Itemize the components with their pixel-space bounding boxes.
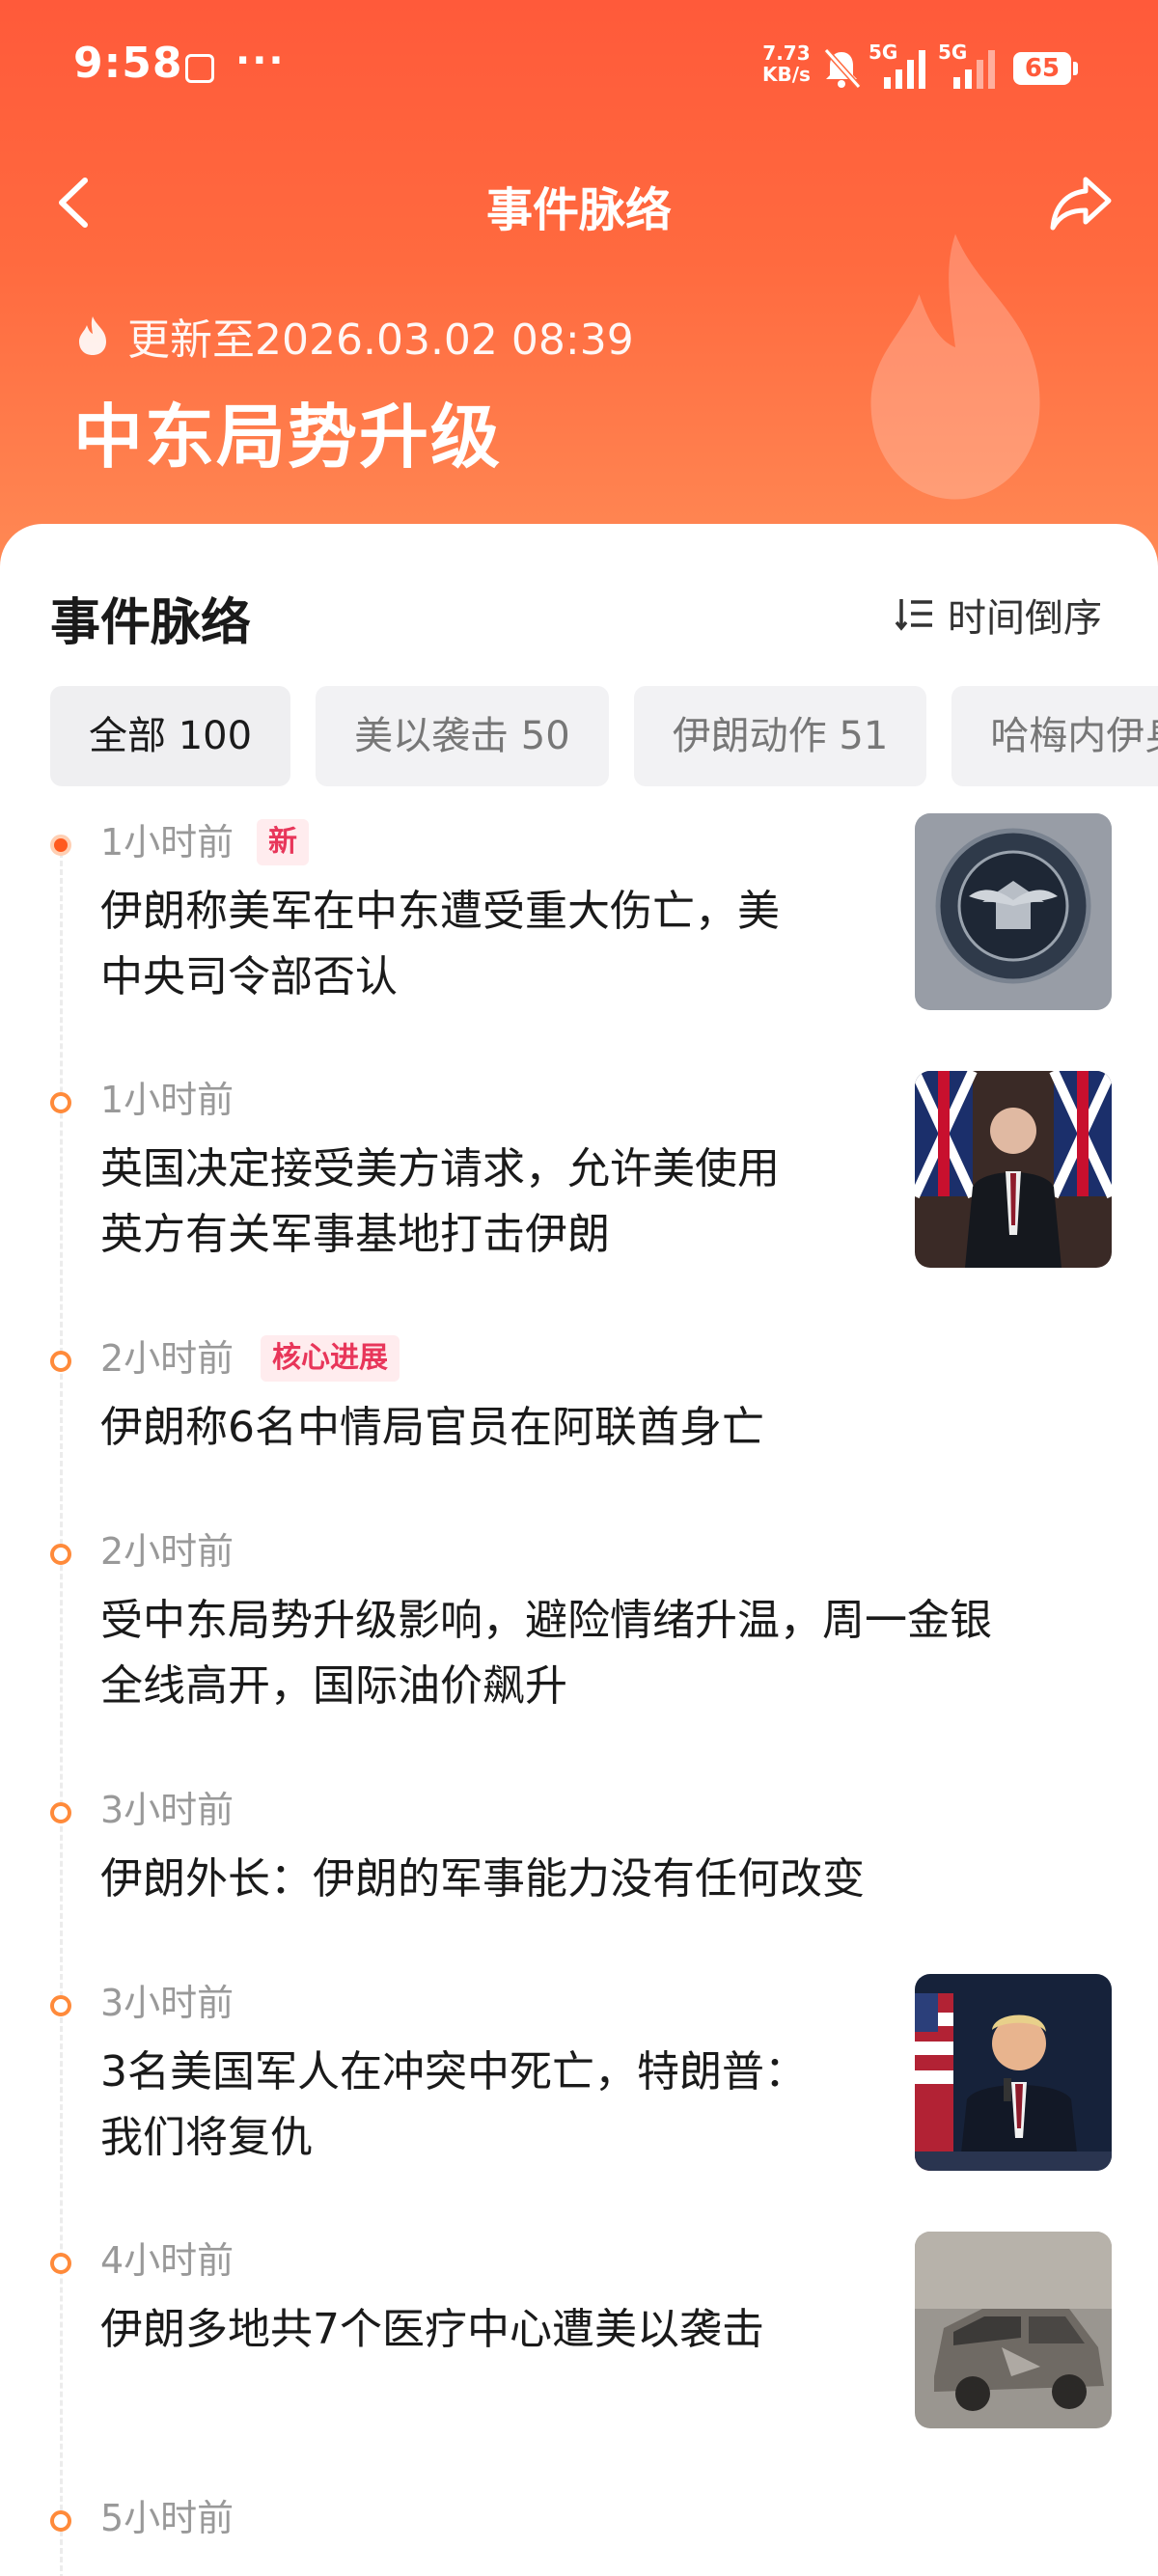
timeline-dot — [50, 2253, 71, 2274]
network-speed-value: 7.73 — [762, 41, 811, 65]
event-time: 2小时前 — [100, 1530, 234, 1573]
headline-line: 伊朗称6名中情局官员在阿联酋身亡 — [100, 1403, 764, 1452]
headline-line: 中央司令部否认 — [100, 952, 398, 1001]
new-badge: 新 — [257, 819, 309, 865]
event-thumbnail[interactable] — [915, 1071, 1112, 1268]
event-time: 5小时前 — [100, 2497, 234, 2539]
content-card: 事件脉络 时间倒序 全部 100美以袭击 50伊朗动作 51哈梅内伊身 1小时前… — [0, 524, 1158, 2576]
battery-icon: 65 — [1013, 39, 1081, 96]
sort-label: 时间倒序 — [948, 596, 1102, 641]
event-thumbnail[interactable] — [915, 1974, 1112, 2171]
key-progress-badge: 核心进展 — [261, 1335, 400, 1382]
battery-level: 65 — [1013, 52, 1071, 85]
headline-line: 伊朗多地共7个医疗中心遭美以袭击 — [100, 2305, 764, 2354]
headline-line: 英国决定接受美方请求，允许美使用 — [100, 1144, 780, 1193]
share-icon[interactable] — [1047, 172, 1115, 235]
speaker-us-flag-image — [915, 1974, 1112, 2171]
speaker-uk-flags-image — [915, 1071, 1112, 1268]
headline-line: 伊朗外长：伊朗的军事能力没有任何改变 — [100, 1854, 865, 1904]
nav-title: 事件脉络 — [485, 183, 672, 237]
event-headline: 3名美国军人在冲突中死亡，特朗普： 我们将复仇 — [100, 2040, 807, 2171]
filter-tab-all[interactable]: 全部 100 — [50, 686, 291, 786]
event-time: 3小时前 — [100, 1982, 234, 2024]
section-title: 事件脉络 — [50, 594, 252, 652]
update-time: 更新至2026.03.02 08:39 — [127, 315, 634, 365]
event-headline: 伊朗称美军在中东遭受重大伤亡，美 中央司令部否认 — [100, 879, 780, 1010]
central-command-seal-image — [915, 813, 1112, 1010]
headline-line: 我们将复仇 — [100, 2113, 313, 2162]
headline-line: 3名美国军人在冲突中死亡，特朗普： — [100, 2047, 807, 2096]
damaged-vehicle-image — [915, 2232, 1112, 2428]
network-speed: 7.73 KB/s — [762, 42, 811, 85]
more-notifications-icon: ··· — [235, 39, 286, 83]
filter-tab-iran-actions[interactable]: 伊朗动作 51 — [633, 686, 927, 786]
timeline-dot — [50, 1995, 71, 2016]
mute-bell-icon — [823, 47, 862, 90]
headline-line: 全线高开，国际油价飙升 — [100, 1661, 567, 1711]
timeline-dot — [50, 2510, 71, 2532]
update-row: 更新至2026.03.02 08:39 — [73, 307, 634, 365]
event-thumbnail[interactable] — [915, 813, 1112, 1010]
event-headline: 受中东局势升级影响，避险情绪升温，周一金银 全线高开，国际油价飙升 — [100, 1588, 992, 1719]
timeline-dot — [50, 1351, 71, 1372]
headline-line: 伊朗称美军在中东遭受重大伤亡，美 — [100, 887, 780, 936]
event-time: 1小时前 — [100, 1079, 234, 1121]
event-headline: 伊朗多地共7个医疗中心遭美以袭击 — [100, 2297, 764, 2363]
filter-tab-strikes[interactable]: 美以袭击 50 — [316, 686, 609, 786]
signal-bars-icon — [884, 50, 925, 89]
filter-tab-khamenei[interactable]: 哈梅内伊身 — [951, 686, 1158, 786]
topic-title: 中东局势升级 — [73, 397, 503, 478]
headline-line: 受中东局势升级影响，避险情绪升温，周一金银 — [100, 1596, 992, 1645]
signal-1: 5G — [868, 39, 932, 96]
sort-desc-icon — [895, 599, 932, 631]
event-time: 1小时前 — [100, 821, 234, 863]
timeline-dot — [50, 1802, 71, 1823]
screen-record-icon — [185, 54, 214, 83]
network-speed-unit: KB/s — [762, 63, 811, 86]
status-time: 9:58 — [73, 39, 183, 88]
event-thumbnail[interactable] — [915, 2232, 1112, 2428]
signal-bars-icon — [953, 50, 995, 89]
filter-tabs: 全部 100美以袭击 50伊朗动作 51哈梅内伊身 — [50, 686, 1158, 786]
event-time: 2小时前 — [100, 1337, 234, 1380]
event-headline: 伊朗外长：伊朗的军事能力没有任何改变 — [100, 1847, 865, 1912]
event-headline: 英国决定接受美方请求，允许美使用 英方有关军事基地打击伊朗 — [100, 1137, 780, 1268]
sort-button[interactable]: 时间倒序 — [894, 588, 1102, 642]
flame-icon — [79, 316, 106, 355]
timeline-dot-active — [50, 835, 71, 856]
timeline-dot — [50, 1544, 71, 1565]
event-time: 4小时前 — [100, 2239, 234, 2282]
timeline-dot — [50, 1092, 71, 1113]
headline-line: 英方有关军事基地打击伊朗 — [100, 1210, 610, 1259]
signal-2: 5G — [938, 39, 1002, 96]
event-time: 3小时前 — [100, 1789, 234, 1831]
flame-watermark-icon — [870, 233, 1040, 500]
event-headline: 伊朗称6名中情局官员在阿联酋身亡 — [100, 1395, 764, 1461]
status-bar: 9:58 ··· 7.73 KB/s 5G 5G 65 — [0, 0, 1158, 135]
